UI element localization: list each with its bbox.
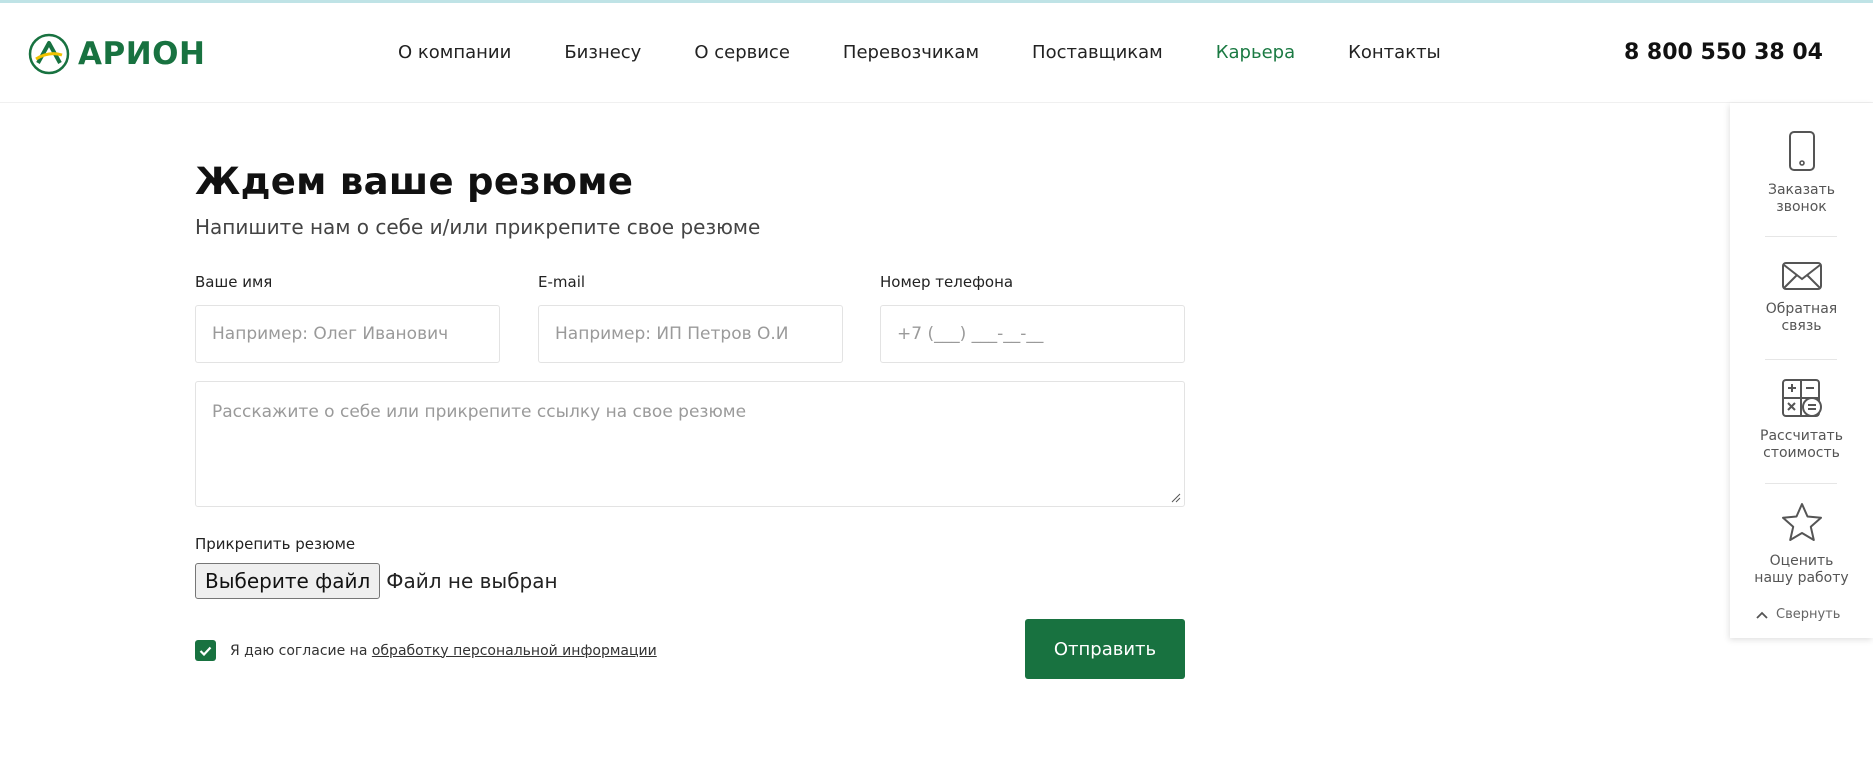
calculator-icon <box>1781 379 1822 417</box>
nav-item-service[interactable]: О сервисе <box>694 42 790 63</box>
attach-label: Прикрепить резюме <box>195 535 356 553</box>
side-action-panel: Заказать звонок Обратная связь Рассчитать с… <box>1730 103 1873 638</box>
phone-field-group: Номер телефона +7 (___) ___-__-__ <box>880 273 1185 363</box>
side-label-feedback: Обратная связь <box>1765 301 1838 334</box>
submit-button[interactable]: Отправить <box>1025 619 1185 679</box>
email-input[interactable]: Например: ИП Петров О.И <box>538 305 843 363</box>
resize-handle-icon[interactable] <box>1171 493 1181 503</box>
resume-form: Ждем ваше резюме Напишите нам о себе и/и… <box>195 160 1185 679</box>
message-textarea[interactable]: Расскажите о себе или прикрепите ссылку … <box>195 381 1185 507</box>
logo-icon <box>28 33 70 75</box>
side-label-calculate: Рассчитать стоимость <box>1760 428 1843 461</box>
side-item-rate[interactable]: Оценить нашу работу <box>1730 501 1873 587</box>
file-input: Выберите файл Файл не выбран <box>195 563 558 599</box>
consent-row: Я даю согласие на обработку персональной… <box>195 640 657 661</box>
nav-item-about[interactable]: О компании <box>398 42 511 63</box>
name-input[interactable]: Например: Олег Иванович <box>195 305 500 363</box>
collapse-button[interactable]: Свернуть <box>1756 607 1840 622</box>
logo[interactable]: АРИОН <box>28 33 205 75</box>
consent-text: Я даю согласие на обработку персональной… <box>230 643 657 659</box>
nav-item-career[interactable]: Карьера <box>1216 42 1295 63</box>
side-divider <box>1765 483 1837 484</box>
side-label-callback: Заказать звонок <box>1767 182 1836 215</box>
collapse-label: Свернуть <box>1776 607 1841 622</box>
nav-item-carriers[interactable]: Перевозчикам <box>843 42 979 63</box>
email-label: E-mail <box>538 273 586 291</box>
nav-item-contacts[interactable]: Контакты <box>1348 42 1441 63</box>
side-divider <box>1765 359 1837 360</box>
side-label-rate: Оценить нашу работу <box>1754 553 1849 586</box>
consent-checkbox[interactable] <box>195 640 216 661</box>
contact-fields: Ваше имя Например: Олег Иванович E-mail … <box>195 273 1185 373</box>
file-status: Файл не выбран <box>386 569 558 593</box>
email-field-group: E-mail Например: ИП Петров О.И <box>538 273 843 363</box>
envelope-icon <box>1781 262 1822 290</box>
phone-label: Номер телефона <box>880 273 1014 291</box>
name-field-group: Ваше имя Например: Олег Иванович <box>195 273 500 363</box>
phone-input[interactable]: +7 (___) ___-__-__ <box>880 305 1185 363</box>
star-icon <box>1781 503 1822 541</box>
consent-link[interactable]: обработку персональной информации <box>372 643 657 659</box>
choose-file-button[interactable]: Выберите файл <box>195 563 381 599</box>
page-subtitle: Напишите нам о себе и/или прикрепите сво… <box>195 215 761 239</box>
header-phone[interactable]: 8 800 550 38 04 <box>1624 40 1823 65</box>
side-item-feedback[interactable]: Обратная связь <box>1730 261 1873 335</box>
side-divider <box>1765 236 1837 237</box>
page-title: Ждем ваше резюме <box>195 160 634 203</box>
phone-icon <box>1788 131 1815 171</box>
logo-text: АРИОН <box>78 36 206 72</box>
chevron-up-icon <box>1756 611 1768 619</box>
side-item-callback[interactable]: Заказать звонок <box>1730 130 1873 216</box>
consent-prefix: Я даю согласие на <box>230 642 372 659</box>
checkmark-icon <box>199 646 212 656</box>
name-label: Ваше имя <box>195 273 273 291</box>
nav-item-suppliers[interactable]: Поставщикам <box>1032 42 1163 63</box>
nav-item-business[interactable]: Бизнесу <box>564 42 641 63</box>
site-header: АРИОН О компании Бизнесу О сервисе Перев… <box>0 3 1873 103</box>
main-nav: О компании Бизнесу О сервисе Перевозчика… <box>398 42 1494 63</box>
message-placeholder: Расскажите о себе или прикрепите ссылку … <box>212 402 747 422</box>
side-item-calculate[interactable]: Рассчитать стоимость <box>1730 378 1873 462</box>
